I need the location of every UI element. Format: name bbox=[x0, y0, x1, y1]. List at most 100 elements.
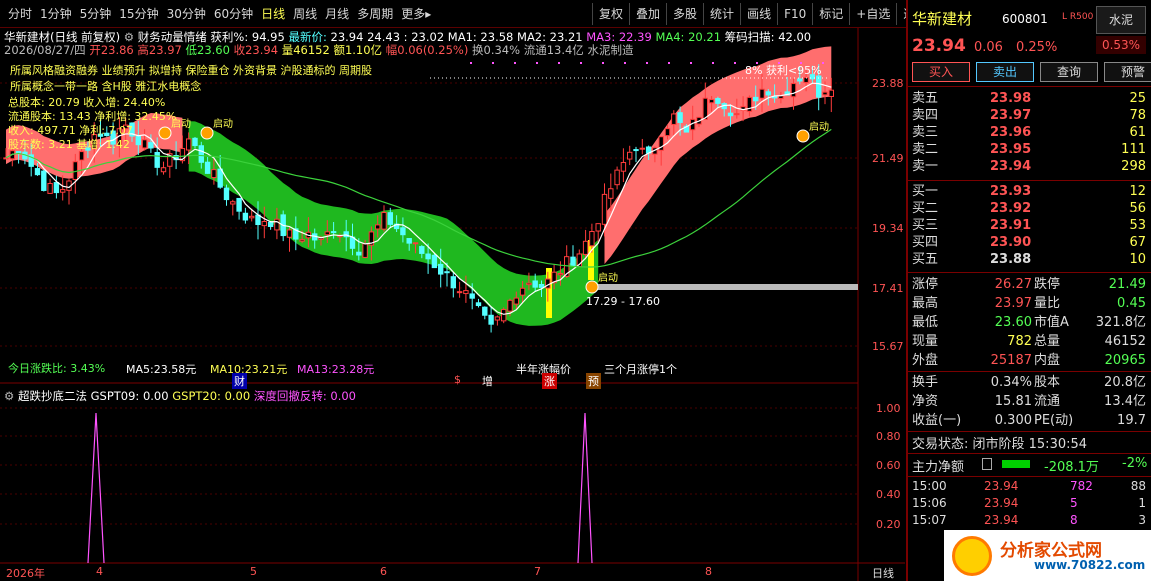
stats-row: 最高 23.97 量比 0.45 bbox=[910, 294, 1150, 313]
orderbook-price: 23.91 bbox=[990, 218, 1032, 233]
divider bbox=[908, 371, 1151, 372]
toolbar-button[interactable]: F10 bbox=[777, 3, 812, 25]
list-icon[interactable] bbox=[982, 458, 992, 470]
period-tab[interactable]: 更多▸ bbox=[397, 3, 435, 25]
stat-value: 782 bbox=[1007, 334, 1032, 349]
trade-buttons: 买入 卖出 查询 预警 bbox=[912, 62, 1151, 82]
trade-button[interactable]: 预警 bbox=[1104, 62, 1151, 82]
period-tab[interactable]: 月线 bbox=[321, 3, 353, 25]
orderbook-row[interactable]: 买三 23.91 53 bbox=[910, 217, 1150, 234]
event-mark-zhang[interactable]: 涨 bbox=[542, 373, 557, 389]
orderbook-row[interactable]: 买一 23.93 12 bbox=[910, 183, 1150, 200]
period-tab[interactable]: 1分钟 bbox=[36, 3, 76, 25]
candle-body bbox=[249, 215, 255, 219]
toolbar-button[interactable]: 标记 bbox=[812, 3, 849, 25]
period-tab[interactable]: 周线 bbox=[289, 3, 321, 25]
period-tab[interactable]: 日线 bbox=[257, 3, 289, 25]
trade-button[interactable]: 卖出 bbox=[976, 62, 1034, 82]
toolbar-button[interactable]: +自选 bbox=[849, 3, 896, 25]
sector-tag[interactable]: 水泥 bbox=[1096, 6, 1146, 34]
stat-label: 跌停 bbox=[1034, 277, 1061, 292]
pane2-gear-icon[interactable]: ⚙ bbox=[4, 389, 14, 403]
candle-body bbox=[141, 139, 148, 149]
candle-body bbox=[387, 212, 394, 225]
candle-body bbox=[582, 240, 589, 255]
candle-body bbox=[406, 238, 412, 244]
tick-row: 15:07 23.94 8 3 bbox=[910, 512, 1150, 529]
orderbook-row[interactable]: 买五 23.88 10 bbox=[910, 251, 1150, 268]
stat-label: 市值A bbox=[1034, 315, 1069, 330]
orderbook-row[interactable]: 卖四 23.97 78 bbox=[910, 107, 1150, 124]
candle-body bbox=[715, 98, 721, 104]
candle-body bbox=[538, 284, 545, 288]
toolbar-button[interactable]: 统计 bbox=[703, 3, 740, 25]
chart-area[interactable]: 23.88 21.49 19.34 17.41 15.67 1.00 0.80 0.60 0.4… bbox=[0, 28, 905, 581]
stat-value: 13.4亿 bbox=[1104, 394, 1146, 409]
orderbook-row[interactable]: 卖二 23.95 111 bbox=[910, 141, 1150, 158]
candle-body bbox=[431, 254, 438, 269]
event-mark-cai[interactable]: 财 bbox=[232, 373, 247, 389]
ma5-label: MA5:23.58元 bbox=[126, 363, 197, 376]
main-flow-pct: -2% bbox=[1122, 456, 1148, 471]
event-mark-zeng[interactable]: 增 bbox=[482, 373, 493, 389]
logo-url: www.70822.com bbox=[1034, 558, 1146, 572]
candle-body bbox=[34, 168, 41, 176]
stat-label: 最低 bbox=[912, 315, 939, 330]
candle-body bbox=[204, 161, 211, 174]
candle-body bbox=[482, 306, 488, 316]
ma4-value: MA4: 20.21 bbox=[655, 30, 722, 44]
toolbar-button[interactable]: 复权 bbox=[592, 3, 629, 25]
candle-body bbox=[513, 297, 519, 305]
launch-marker bbox=[158, 126, 172, 140]
period-tab[interactable]: 60分钟 bbox=[210, 3, 257, 25]
signal-dot bbox=[602, 62, 604, 64]
orderbook-row[interactable]: 卖一 23.94 298 bbox=[910, 158, 1150, 175]
event-mark-s[interactable]: $ bbox=[454, 373, 461, 386]
trade-status: 交易状态: 闭市阶段 15:30:54 bbox=[912, 437, 1088, 452]
toolbar-button[interactable]: 画线 bbox=[740, 3, 777, 25]
y-axis-label: 23.88 bbox=[872, 77, 904, 90]
stat-value: 23.97 bbox=[994, 296, 1032, 311]
toolbar-button[interactable]: 叠加 bbox=[629, 3, 666, 25]
divider bbox=[908, 431, 1151, 432]
pane2-deep: 深度回撤反转: 0.00 bbox=[253, 389, 356, 403]
divider bbox=[908, 180, 1151, 181]
site-logo: 分析家公式网 www.70822.com bbox=[944, 530, 1151, 581]
period-tabs: 分时 1分钟 5分钟 15分钟 30分钟 60分钟 日线 周线 月线 多周期 更多▸ bbox=[4, 3, 435, 25]
price-pct: 0.25% bbox=[1016, 40, 1058, 55]
ohlc-close: 收23.94 bbox=[233, 43, 279, 57]
tick-row: 15:06 23.94 5 1 bbox=[910, 495, 1150, 512]
stock-flags: L R500 bbox=[1062, 12, 1094, 22]
candle-body bbox=[601, 193, 608, 225]
orderbook-row[interactable]: 买二 23.92 56 bbox=[910, 200, 1150, 217]
support-bar bbox=[596, 284, 858, 290]
stat-value: 23.60 bbox=[994, 315, 1032, 330]
candle-body bbox=[400, 227, 406, 236]
candle-body bbox=[816, 75, 822, 98]
event-mark-yu[interactable]: 预 bbox=[586, 373, 601, 389]
candle-body bbox=[198, 145, 205, 163]
toolbar-button[interactable]: 多股 bbox=[666, 3, 703, 25]
candle-body bbox=[595, 223, 601, 232]
candle-body bbox=[192, 137, 198, 147]
ohlc-vol: 量46152 bbox=[281, 43, 330, 57]
stat-label: 量比 bbox=[1034, 296, 1061, 311]
orderbook-label: 卖一 bbox=[912, 159, 939, 174]
stat-value: 0.45 bbox=[1117, 296, 1146, 311]
stat-label: 现量 bbox=[912, 334, 939, 349]
orderbook-row[interactable]: 卖五 23.98 25 bbox=[910, 90, 1150, 107]
period-tab[interactable]: 15分钟 bbox=[115, 3, 162, 25]
period-tab[interactable]: 多周期 bbox=[353, 3, 397, 25]
period-tab[interactable]: 5分钟 bbox=[76, 3, 116, 25]
trade-button[interactable]: 买入 bbox=[912, 62, 970, 82]
orderbook-row[interactable]: 卖三 23.96 61 bbox=[910, 124, 1150, 141]
period-tab[interactable]: 分时 bbox=[4, 3, 36, 25]
tick-time: 15:07 bbox=[912, 513, 947, 527]
orderbook-row[interactable]: 买四 23.90 67 bbox=[910, 234, 1150, 251]
trade-button[interactable]: 查询 bbox=[1040, 62, 1098, 82]
stats-row: 现量 782 总量 46152 bbox=[910, 332, 1150, 351]
stats-row: 收益(一) 0.300 PE(动) 19.7 bbox=[910, 411, 1150, 430]
period-tab[interactable]: 30分钟 bbox=[163, 3, 210, 25]
stat-label: 收益(一) bbox=[912, 413, 962, 428]
y-axis-label: 1.00 bbox=[876, 402, 901, 415]
